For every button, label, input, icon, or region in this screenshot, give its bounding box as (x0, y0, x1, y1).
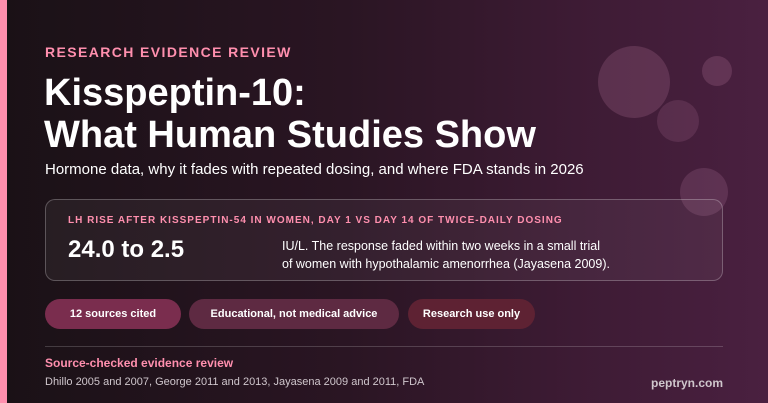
stat-card: LH RISE AFTER KISSPEPTIN-54 IN WOMEN, DA… (45, 199, 723, 281)
title-line-2: What Human Studies Show (44, 114, 536, 156)
stat-label: LH RISE AFTER KISSPEPTIN-54 IN WOMEN, DA… (68, 215, 563, 226)
stat-description-line-1: IU/L. The response faded within two week… (282, 239, 600, 253)
footer-domain: peptryn.com (650, 376, 723, 390)
research-use-badge: Research use only (408, 299, 535, 329)
page-subtitle: Hormone data, why it fades with repeated… (45, 161, 584, 178)
stat-value: 24.0 to 2.5 (68, 236, 185, 263)
footer-divider (45, 346, 723, 347)
stat-description: IU/L. The response faded within two week… (282, 237, 702, 273)
accent-bar (0, 0, 7, 403)
footer-sources: Dhillo 2005 and 2007, George 2011 and 20… (45, 376, 425, 388)
disclaimer-badge: Educational, not medical advice (189, 299, 399, 329)
decorative-circle (702, 56, 732, 86)
eyebrow-label: RESEARCH EVIDENCE REVIEW (45, 44, 292, 60)
page-title: Kisspeptin-10: What Human Studies Show (44, 72, 644, 156)
stat-description-line-2: of women with hypothalamic amenorrhea (J… (282, 257, 610, 271)
footer-title: Source-checked evidence review (45, 356, 234, 370)
title-line-1: Kisspeptin-10: (44, 72, 306, 114)
sources-cited-badge: 12 sources cited (45, 299, 181, 329)
decorative-circle (657, 100, 699, 142)
